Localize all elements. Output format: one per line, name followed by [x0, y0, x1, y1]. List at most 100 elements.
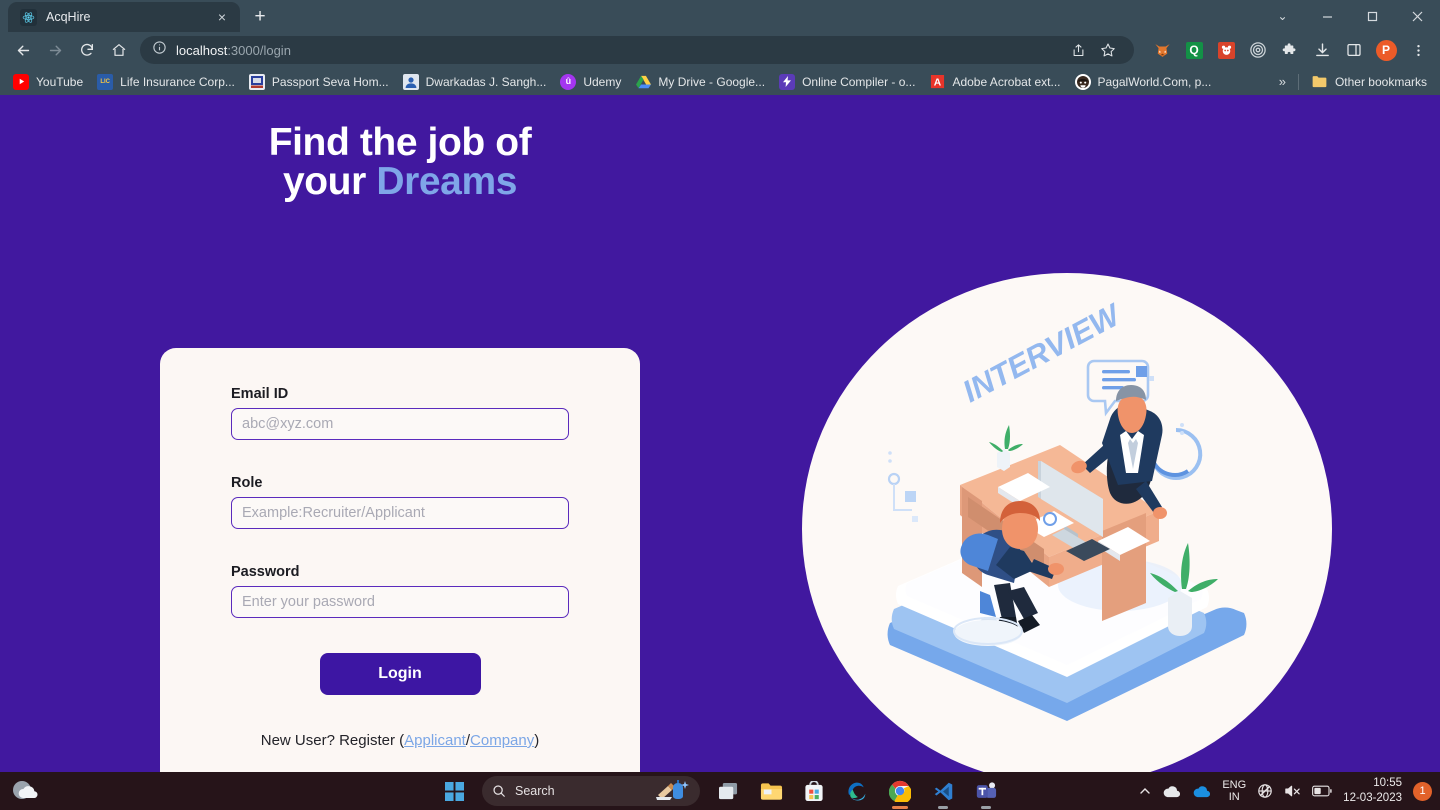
- hero-accent-word: Dreams: [376, 160, 518, 203]
- google-chrome-button[interactable]: [885, 776, 915, 809]
- search-icon: [493, 785, 505, 797]
- extensions-toolbar: Q P: [1142, 36, 1432, 64]
- pagalworld-icon: [1074, 73, 1091, 90]
- bookmark-star-icon[interactable]: [1094, 36, 1122, 64]
- start-button[interactable]: [439, 776, 469, 806]
- bookmark-adobe-acrobat[interactable]: A Adobe Acrobat ext...: [922, 71, 1067, 93]
- google-drive-icon: [635, 74, 651, 90]
- microsoft-store-button[interactable]: [799, 776, 829, 806]
- language-line-1: ENG: [1222, 778, 1247, 791]
- tray-overflow-chevron-icon[interactable]: [1139, 785, 1151, 797]
- new-tab-button[interactable]: +: [246, 3, 274, 31]
- hero-line-1: Find the job of: [268, 121, 532, 164]
- extensions-puzzle-icon[interactable]: [1276, 36, 1304, 64]
- share-icon[interactable]: [1064, 36, 1092, 64]
- bookmarks-overflow-icon[interactable]: »: [1273, 74, 1292, 89]
- bookmark-pagalworld[interactable]: PagalWorld.Com, p...: [1068, 71, 1219, 93]
- maximize-button[interactable]: [1350, 0, 1395, 32]
- register-prompt-text: New User? Register: [260, 732, 395, 749]
- clock-time: 10:55: [1373, 776, 1402, 789]
- network-offline-icon[interactable]: [1257, 783, 1273, 799]
- weather-widget[interactable]: [10, 778, 38, 804]
- bookmark-label: Passport Seva Hom...: [271, 74, 389, 89]
- email-field-group: Email ID: [231, 386, 569, 440]
- bookmark-label: PagalWorld.Com, p...: [1097, 74, 1212, 89]
- lic-icon: LIC: [97, 73, 114, 90]
- address-bar[interactable]: localhost:3000/login: [140, 36, 1134, 64]
- bookmark-label: Udemy: [583, 74, 622, 89]
- register-prompt: New User? Register (Applicant/Company): [231, 732, 569, 749]
- browser-tab-acqhire[interactable]: AcqHire ×: [8, 2, 240, 32]
- hero-line-2-prefix: your: [282, 160, 377, 203]
- bookmark-udemy[interactable]: û Udemy: [553, 71, 628, 93]
- back-button[interactable]: [8, 35, 38, 65]
- microsoft-teams-button[interactable]: [971, 776, 1001, 809]
- bookmark-label: Life Insurance Corp...: [120, 74, 235, 89]
- url-path: :3000/login: [227, 42, 291, 58]
- role-input[interactable]: [231, 497, 569, 529]
- avatar-initial: P: [1375, 39, 1397, 61]
- udemy-icon: û: [560, 73, 577, 90]
- role-label: Role: [231, 475, 263, 491]
- home-button[interactable]: [104, 35, 134, 65]
- window-controls: ⌄: [1260, 0, 1440, 32]
- password-field-group: Password: [231, 564, 569, 618]
- task-view-button[interactable]: [713, 776, 743, 806]
- bookmark-life-insurance-corp[interactable]: LIC Life Insurance Corp...: [90, 71, 242, 93]
- bookmarks-bar-right: » Other bookmarks: [1273, 71, 1434, 93]
- register-applicant-link[interactable]: Applicant: [404, 732, 466, 749]
- tab-search-icon[interactable]: ⌄: [1260, 0, 1305, 32]
- extension-panda-icon[interactable]: [1212, 36, 1240, 64]
- weather-moon-cloud-icon: [13, 781, 38, 799]
- clock-date: 12-03-2023: [1343, 792, 1402, 804]
- bookmark-label: Adobe Acrobat ext...: [952, 74, 1061, 89]
- react-atom-icon: [20, 8, 37, 26]
- vs-code-button[interactable]: [928, 776, 958, 809]
- bookmark-online-compiler[interactable]: Online Compiler - o...: [772, 71, 922, 93]
- password-input[interactable]: [231, 586, 569, 618]
- downloads-icon[interactable]: [1308, 36, 1336, 64]
- clock[interactable]: 10:55 12-03-2023: [1343, 776, 1402, 806]
- login-button[interactable]: Login: [319, 653, 481, 695]
- onedrive-grey-icon[interactable]: [1162, 785, 1181, 798]
- microsoft-edge-button[interactable]: [842, 776, 872, 806]
- register-company-link[interactable]: Company: [470, 732, 534, 749]
- tab-strip: AcqHire × + ⌄: [0, 0, 1440, 32]
- email-input[interactable]: [231, 408, 569, 440]
- other-bookmarks-button[interactable]: Other bookmarks: [1305, 71, 1434, 93]
- file-explorer-button[interactable]: [756, 776, 786, 806]
- taskbar-center-group: Search: [439, 776, 1001, 809]
- profile-avatar[interactable]: P: [1372, 36, 1400, 64]
- forward-button[interactable]: [40, 35, 70, 65]
- online-compiler-icon: [779, 73, 796, 90]
- bookmark-label: Dwarkadas J. Sangh...: [425, 74, 547, 89]
- chrome-menu-icon[interactable]: [1404, 36, 1432, 64]
- bookmark-dwarkadas-j-sanghvi[interactable]: Dwarkadas J. Sangh...: [396, 71, 554, 93]
- onedrive-blue-icon[interactable]: [1192, 785, 1211, 798]
- page-viewport: Find the job of your Dreams Email ID Rol…: [0, 95, 1440, 772]
- notification-badge[interactable]: 1: [1413, 781, 1432, 801]
- extension-fox-icon[interactable]: [1148, 36, 1176, 64]
- bookmark-youtube[interactable]: YouTube: [6, 71, 90, 93]
- windows-taskbar: Search ENG IN 10:55 12-03-2023 1: [0, 772, 1440, 810]
- extension-quizlet-icon[interactable]: Q: [1180, 36, 1208, 64]
- site-info-icon[interactable]: [152, 40, 167, 60]
- tab-close-icon[interactable]: ×: [212, 7, 232, 27]
- bookmark-my-drive-google[interactable]: My Drive - Google...: [628, 71, 772, 93]
- email-label: Email ID: [231, 386, 289, 402]
- language-indicator[interactable]: ENG IN: [1222, 779, 1246, 804]
- search-box[interactable]: Search: [482, 776, 700, 806]
- battery-icon[interactable]: [1312, 785, 1332, 797]
- url-text: localhost:3000/login: [176, 43, 291, 58]
- illustration-label: INTERVIEW: [957, 296, 1128, 409]
- side-panel-icon[interactable]: [1340, 36, 1368, 64]
- minimize-button[interactable]: [1305, 0, 1350, 32]
- reload-button[interactable]: [72, 35, 102, 65]
- system-tray: ENG IN 10:55 12-03-2023 1: [1139, 776, 1432, 806]
- omnibox-actions: [1064, 36, 1122, 64]
- close-button[interactable]: [1395, 0, 1440, 32]
- bookmark-passport-seva[interactable]: Passport Seva Hom...: [242, 71, 396, 93]
- extension-target-icon[interactable]: [1244, 36, 1272, 64]
- volume-muted-icon[interactable]: [1284, 784, 1301, 798]
- bookmarks-divider: [1297, 73, 1299, 90]
